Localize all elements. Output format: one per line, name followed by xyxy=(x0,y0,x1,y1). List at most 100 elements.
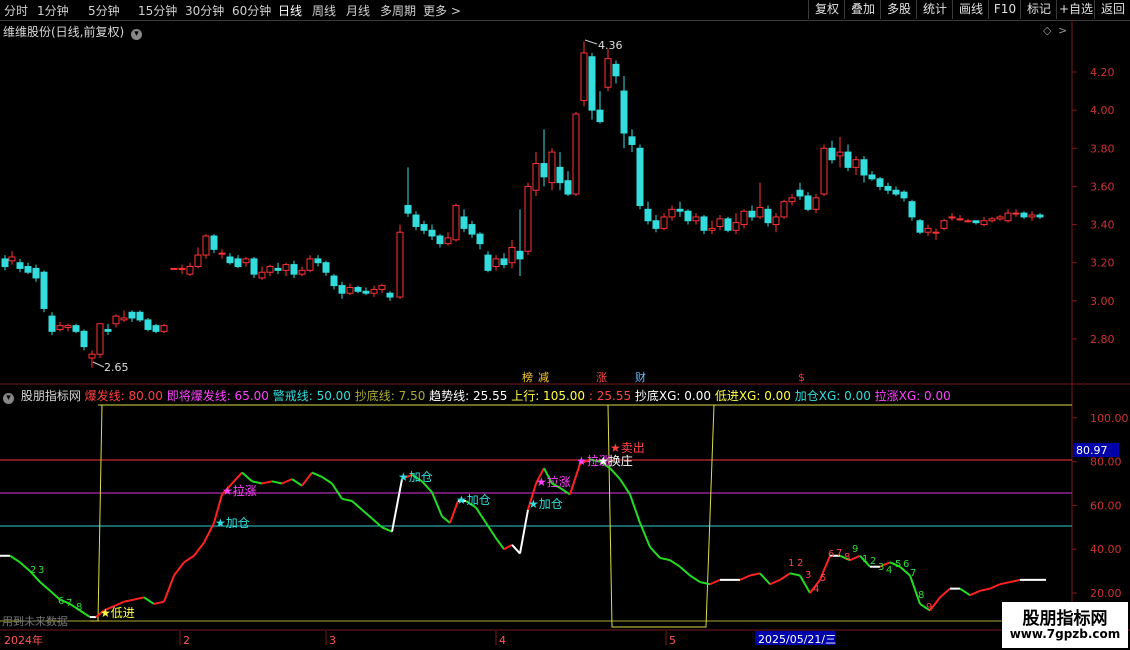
candle-body xyxy=(972,220,980,224)
candle-body xyxy=(186,266,194,275)
candle-body xyxy=(692,216,700,222)
indicator-segment xyxy=(301,471,313,487)
digit-label: 1 xyxy=(862,554,868,565)
candle-body xyxy=(144,319,152,330)
candle-body xyxy=(194,254,202,268)
indicator-segment xyxy=(19,561,31,572)
candle-body xyxy=(476,233,484,245)
indicator-param: 警戒线: 50.00 xyxy=(272,389,355,403)
candle-body xyxy=(572,113,580,195)
marker-bang[interactable]: 榜 xyxy=(522,370,533,384)
candle-body xyxy=(290,264,298,275)
indicator-segment xyxy=(173,561,185,577)
marker-dollar[interactable]: $ xyxy=(798,371,805,384)
indicator-segment xyxy=(331,482,343,500)
digit-label: 5 xyxy=(820,573,826,584)
candle-body xyxy=(948,216,956,219)
candle-body xyxy=(8,256,16,262)
candle-body xyxy=(282,264,290,271)
indicator-segment xyxy=(969,589,981,597)
candle-body xyxy=(668,208,676,218)
kline-chart[interactable]: 4.20 4.00 3.80 3.60 3.40 3.20 3.00 2.80 4.36 2.… xyxy=(0,0,1130,650)
candle-body xyxy=(330,275,338,287)
candle-body xyxy=(580,52,588,102)
digit-label: 2 xyxy=(797,558,803,569)
dropdown-circle-icon[interactable]: ▾ xyxy=(3,393,14,404)
candle-body xyxy=(660,216,668,229)
low-pointer xyxy=(92,361,105,368)
candle-body xyxy=(178,267,186,270)
candle-body xyxy=(628,136,636,145)
candle-body xyxy=(620,90,628,134)
candle-body xyxy=(860,159,868,176)
candle-body xyxy=(354,286,362,292)
candle-body xyxy=(72,325,80,332)
indicator-params: 爆发线: 80.00 即将爆发线: 65.00 警戒线: 50.00 抄底线: … xyxy=(85,389,951,403)
marker-jian[interactable]: 减 xyxy=(538,371,549,384)
digit-label: 6 xyxy=(828,549,834,560)
candle-body xyxy=(56,325,64,330)
candle-body xyxy=(88,353,96,359)
candle-body xyxy=(202,235,210,256)
candle-body xyxy=(16,262,24,269)
candle-body xyxy=(362,290,370,294)
digit-label: 8 xyxy=(76,602,82,613)
marker-zhang[interactable]: 涨 xyxy=(596,371,607,384)
price-tick-label: 3.60 xyxy=(1090,180,1115,193)
candle-body xyxy=(940,220,948,229)
candle-body xyxy=(524,185,532,252)
candle-body xyxy=(836,151,844,157)
digit-label: 9 xyxy=(852,544,858,555)
chevron-right-icon[interactable]: > xyxy=(1058,24,1067,37)
low-label: 2.65 xyxy=(104,361,129,374)
digit-label: 4 xyxy=(813,584,819,595)
candle-body xyxy=(884,185,892,191)
price-tick-label: 2.80 xyxy=(1090,333,1115,346)
indicator-name[interactable]: 股朋指标网 xyxy=(21,389,81,403)
candle-body xyxy=(64,325,72,329)
indicator-segment xyxy=(699,581,711,586)
dropdown-circle-icon[interactable]: ▾ xyxy=(131,29,143,40)
cursor-date: 2025/05/21/三 xyxy=(758,633,836,646)
price-axis: 4.20 4.00 3.80 3.60 3.40 3.20 3.00 2.80 xyxy=(1072,66,1115,346)
digit-label: 9 xyxy=(926,602,932,613)
candle-body xyxy=(988,218,996,222)
candle-body xyxy=(32,267,40,279)
candle-body xyxy=(684,210,692,222)
indicator-segment xyxy=(163,575,175,603)
candle-body xyxy=(1028,214,1036,218)
indicator-segment xyxy=(789,572,801,577)
indicator-param: 上行: 105.00 xyxy=(511,389,589,403)
candle-body xyxy=(500,258,508,266)
candle-body xyxy=(764,208,772,224)
indicator-param: 爆发线: 80.00 xyxy=(84,389,167,403)
candle-body xyxy=(732,222,740,231)
indicator-segment xyxy=(431,491,443,517)
indicator-segment xyxy=(133,596,145,601)
indicator-segment xyxy=(193,542,205,557)
indicator-segment xyxy=(391,478,403,532)
marker-cai[interactable]: 财 xyxy=(635,370,646,384)
candle-body xyxy=(740,210,748,226)
digit-label: 8 xyxy=(844,552,850,563)
digit-label: 6 xyxy=(58,596,64,607)
indicator-segment xyxy=(999,581,1011,586)
indicator-segment xyxy=(231,471,243,485)
diamond-icon[interactable]: ◇ xyxy=(1043,24,1052,37)
candle-body xyxy=(298,269,306,275)
indicator-segment xyxy=(361,509,373,520)
candle-body xyxy=(956,218,964,221)
candle-body xyxy=(468,224,476,235)
candle-body xyxy=(756,206,764,218)
indicator-segment xyxy=(261,480,273,485)
candle-body xyxy=(242,258,250,264)
indicator-segment xyxy=(769,578,781,586)
indicator-segment xyxy=(569,463,581,495)
candle-body xyxy=(160,325,168,332)
candle-body xyxy=(152,325,160,332)
candle-body xyxy=(916,220,924,233)
indicator-segment xyxy=(709,578,721,586)
indicator-segment xyxy=(779,572,791,581)
candle-body xyxy=(226,256,234,264)
indicator-segment xyxy=(291,478,303,487)
